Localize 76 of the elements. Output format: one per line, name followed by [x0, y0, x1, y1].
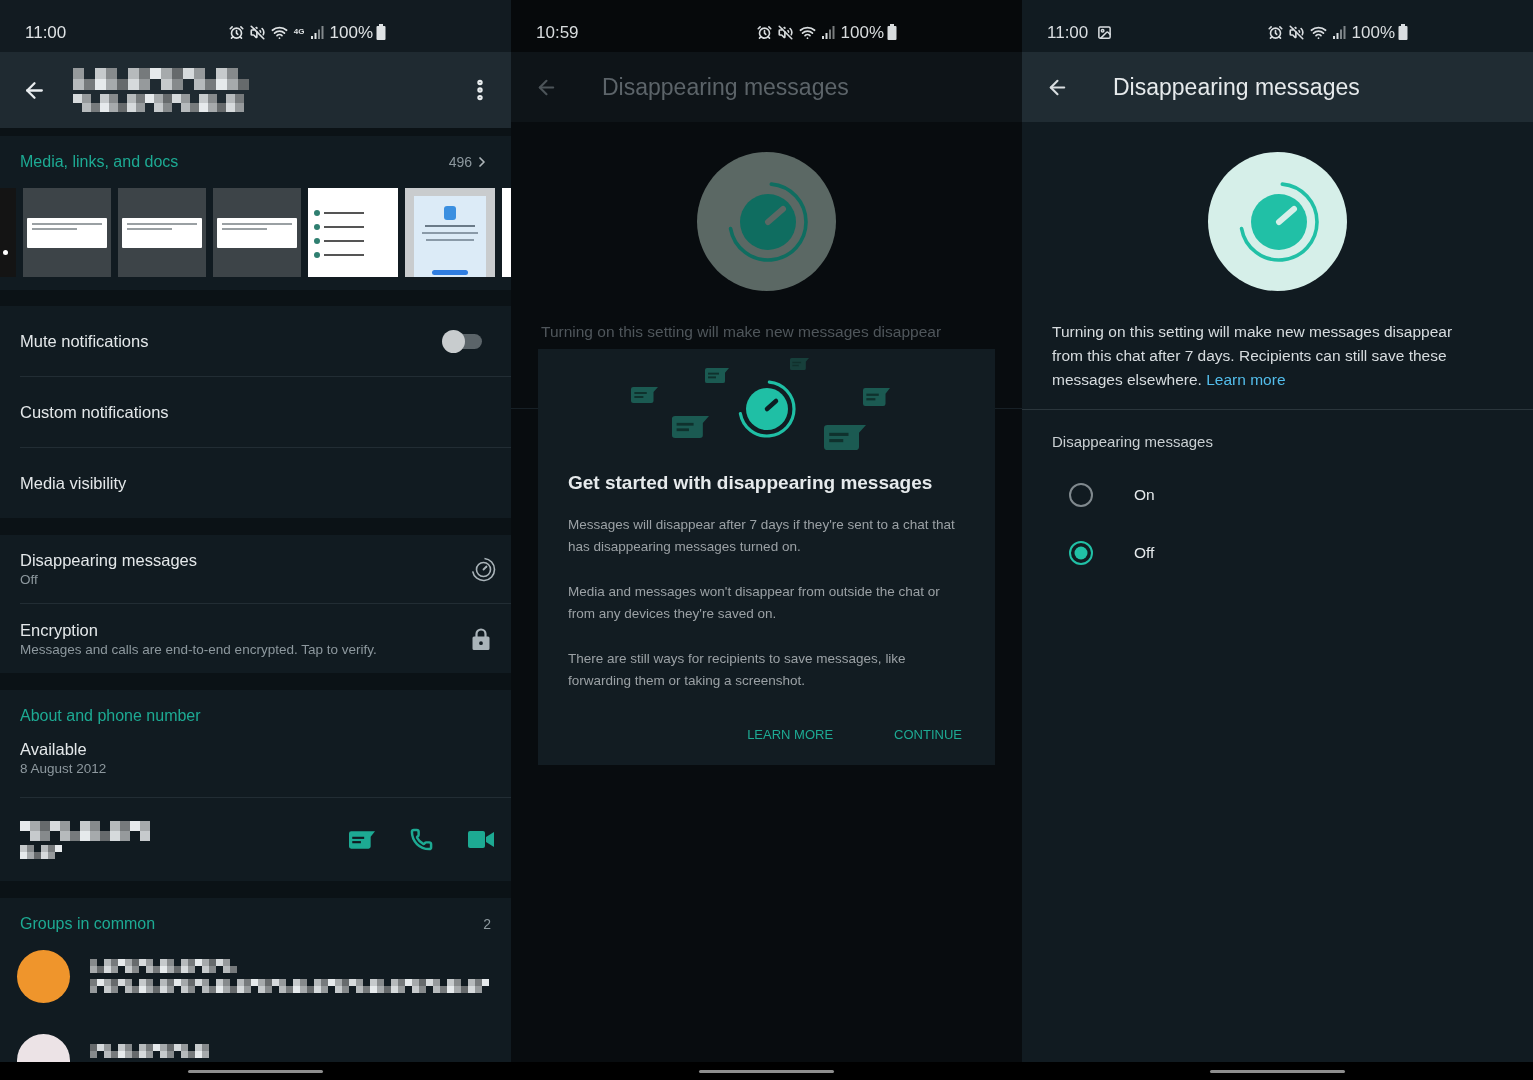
battery-icon	[887, 24, 897, 40]
option-label[interactable]: On	[1134, 483, 1155, 507]
setting-item[interactable]: Media visibility	[20, 470, 127, 496]
screenshot-thumbnail-drawing[interactable]	[23, 188, 111, 277]
timer-icon	[1208, 152, 1347, 291]
section-title: Groups in common	[20, 914, 156, 934]
chat-bubble-icon	[631, 387, 658, 403]
setting-item[interactable]: Mute notifications	[20, 328, 149, 354]
screenshot-thumbnail-drawing[interactable]	[308, 188, 398, 277]
option-label[interactable]: Off	[1134, 541, 1155, 565]
learn-more-link[interactable]: Learn more	[1206, 371, 1286, 388]
setting-item[interactable]: Encryption	[20, 618, 377, 641]
signal-icon	[310, 25, 324, 39]
battery-icon	[376, 24, 386, 40]
radio-button[interactable]	[1069, 483, 1093, 507]
screenshot-thumbnail-drawing[interactable]	[405, 188, 495, 277]
signal-icon	[821, 25, 835, 39]
dialog-paragraph: Media and messages won't disappear from outside the chat or from any devices they're saved on.	[568, 583, 941, 623]
setting-item[interactable]: Disappearing messages	[20, 549, 197, 571]
timer-icon	[697, 152, 836, 291]
pixelated-text	[20, 844, 62, 859]
lock-icon	[472, 627, 490, 650]
status-time: 11:00	[1046, 23, 1089, 41]
dialog-paragraph: There are still ways for recipients to save messages, like forwarding them or taking a screenshot.	[568, 650, 907, 690]
home-indicator[interactable]	[699, 1069, 834, 1073]
toggle-switch[interactable]	[442, 329, 482, 353]
chat-bubble-icon	[705, 368, 729, 383]
options-label: Disappearing messages	[1051, 432, 1214, 452]
chat-bubble-icon	[824, 425, 866, 450]
screenshot-thumbnail-drawing[interactable]	[118, 188, 206, 277]
about-date: 8 August 2012	[20, 760, 108, 778]
setting-item[interactable]: Custom notifications	[20, 399, 169, 425]
mute-icon	[249, 24, 265, 40]
battery-percent: 100%	[329, 23, 373, 41]
status-time: 10:59	[535, 23, 579, 41]
description-text: Turning on this setting will make new messages disappear	[540, 322, 943, 342]
section-title[interactable]: Media, links, and docs	[20, 150, 179, 174]
phone-icon[interactable]	[410, 828, 433, 851]
message-icon[interactable]	[349, 830, 375, 849]
home-indicator[interactable]	[1210, 1069, 1345, 1073]
media-count[interactable]: 496	[448, 151, 472, 173]
avatar-placeholder[interactable]	[17, 949, 70, 1003]
image-icon	[1097, 24, 1113, 40]
dialog-title: Get started with disappearing messages	[567, 471, 934, 495]
status-time: 11:00	[24, 23, 67, 41]
dialog-paragraph: Messages will disappear after 7 days if they're sent to a chat that has disappearing messages turned on.	[568, 516, 956, 556]
battery-percent: 100%	[840, 23, 884, 41]
signal-icon	[1332, 25, 1346, 39]
group-count: 2	[483, 914, 491, 934]
battery-percent: 100%	[1351, 23, 1395, 41]
continue-button[interactable]: CONTINUE	[886, 717, 970, 753]
mute-icon	[777, 24, 793, 40]
screen-title: Disappearing messages	[1113, 72, 1360, 102]
learn-more-button[interactable]: LEARN MORE	[739, 717, 842, 753]
alarm-icon	[1267, 24, 1283, 40]
screen-title: Disappearing messages	[602, 72, 849, 102]
video-call-icon[interactable]	[468, 831, 494, 848]
home-indicator[interactable]	[188, 1069, 323, 1073]
chat-bubble-icon	[863, 388, 890, 406]
battery-icon	[1398, 24, 1408, 40]
radio-button[interactable]	[1069, 541, 1093, 565]
chat-bubble-icon	[672, 416, 709, 438]
description-text: Turning on this setting will make new messages disappear from this chat after 7 days. Recipients can still save these messages elsewhere. Learn more	[1051, 322, 1454, 390]
screenshot-thumbnail-drawing[interactable]	[0, 188, 16, 277]
alarm-icon	[228, 24, 244, 40]
setting-description: Messages and calls are end-to-end encrypted. Tap to verify.	[20, 640, 377, 659]
network-type-label: 4G	[293, 28, 305, 36]
timer-icon	[471, 556, 496, 582]
mute-icon	[1288, 24, 1304, 40]
about-status: Available	[20, 739, 88, 760]
section-title: About and phone number	[20, 706, 201, 726]
screenshot-thumbnail-drawing[interactable]	[213, 188, 301, 277]
setting-description: Off	[20, 571, 39, 589]
alarm-icon	[756, 24, 772, 40]
timer-icon	[738, 380, 796, 438]
chat-bubble-icon	[790, 358, 809, 370]
